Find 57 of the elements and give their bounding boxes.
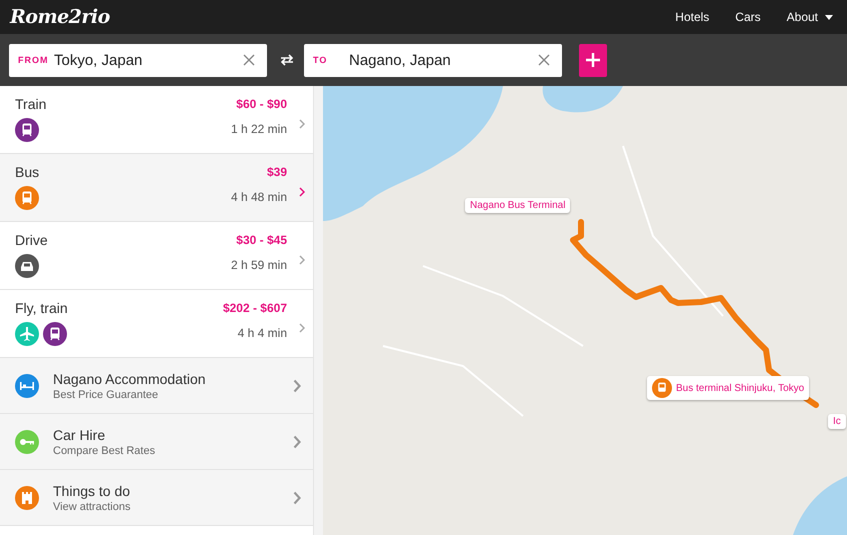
service-title: Car Hire xyxy=(53,426,106,442)
nav-link[interactable]: Cars xyxy=(735,10,761,24)
bus-icon xyxy=(652,378,672,398)
plus-icon xyxy=(586,53,600,67)
marker-text: Nagano Bus Terminal xyxy=(470,200,566,211)
bay-area xyxy=(793,476,847,535)
chevron-icon xyxy=(299,119,305,129)
route-option[interactable]: Bus $39 4 h 48 min xyxy=(0,154,313,222)
duration: 1 h 22 min xyxy=(230,122,287,136)
field-value: Nagano, Japan xyxy=(349,52,452,68)
from-field[interactable]: FROM Tokyo, Japan xyxy=(9,44,267,76)
plane-icon xyxy=(15,322,39,346)
nav-link[interactable]: About xyxy=(786,10,833,24)
service-subtitle: Best Price Guarantee xyxy=(53,388,160,400)
field-tag: TO xyxy=(313,55,349,65)
logo[interactable]: Rome2rio xyxy=(10,6,110,28)
service-subtitle: View attractions xyxy=(53,500,132,512)
chevron-icon xyxy=(293,490,301,504)
train-icon xyxy=(15,118,39,142)
price-range: $30 - $45 xyxy=(236,233,287,247)
route-title: Drive xyxy=(15,232,49,248)
map-marker-label[interactable]: Ic xyxy=(828,414,846,429)
service-title: Things to do xyxy=(53,482,132,498)
service-link[interactable]: Nagano Accommodation Best Price Guarantee xyxy=(0,358,313,414)
route-title: Train xyxy=(15,96,48,112)
price-range: $202 - $607 xyxy=(222,301,287,315)
to-field[interactable]: TO Nagano, Japan xyxy=(304,44,562,76)
caret-icon xyxy=(825,14,833,20)
field-tag: FROM xyxy=(18,55,54,65)
bus-icon xyxy=(15,186,39,210)
map-marker-label[interactable]: Nagano Bus Terminal xyxy=(465,198,570,213)
chevron-icon xyxy=(293,378,301,392)
marker-text: Bus terminal Shinjuku, Tokyo xyxy=(676,382,804,394)
route-title: Bus xyxy=(15,164,40,180)
service-link[interactable]: Things to do View attractions xyxy=(0,470,313,526)
field-value: Tokyo, Japan xyxy=(54,52,144,68)
chevron-icon xyxy=(299,255,305,265)
marker-text: Ic xyxy=(833,416,841,427)
chevron-icon xyxy=(293,434,301,448)
duration: 2 h 59 min xyxy=(230,258,287,272)
add-button[interactable] xyxy=(579,44,607,76)
service-title: Nagano Accommodation xyxy=(53,370,207,386)
train-icon xyxy=(43,322,67,346)
price-range: $39 xyxy=(266,165,287,179)
duration: 4 h 4 min xyxy=(238,326,287,340)
nav-link[interactable]: Hotels xyxy=(675,10,710,24)
service-subtitle: Compare Best Rates xyxy=(53,444,156,456)
route-title: Fly, train xyxy=(15,300,69,316)
duration: 4 h 48 min xyxy=(230,190,287,204)
service-link[interactable]: Car Hire Compare Best Rates xyxy=(0,414,313,470)
close-icon[interactable] xyxy=(538,54,550,66)
price-range: $60 - $90 xyxy=(236,97,287,111)
close-icon[interactable] xyxy=(243,54,255,66)
map-marker-label[interactable]: Bus terminal Shinjuku, Tokyo xyxy=(647,376,810,400)
chevron-icon xyxy=(299,323,305,333)
swap-icon[interactable] xyxy=(279,54,295,66)
chevron-icon xyxy=(299,187,305,197)
